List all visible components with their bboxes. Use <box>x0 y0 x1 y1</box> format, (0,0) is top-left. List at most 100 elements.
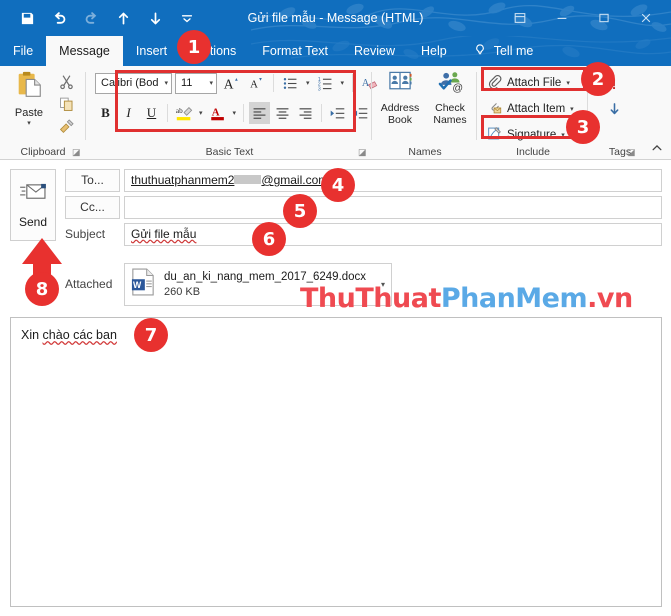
paste-icon <box>14 70 44 105</box>
numbering-icon[interactable]: 123 <box>315 72 336 94</box>
clipboard-dialog-launcher[interactable]: ◪ <box>72 147 82 157</box>
cc-button[interactable]: Cc... <box>65 196 120 219</box>
tab-review[interactable]: Review <box>341 36 408 66</box>
attach-file-button[interactable]: Attach File ▾ <box>483 72 574 94</box>
align-center-button[interactable] <box>272 102 293 124</box>
copy-button[interactable] <box>54 94 78 115</box>
cc-field[interactable] <box>124 196 662 219</box>
attach-item-button[interactable]: Attach Item ▾ <box>483 98 578 120</box>
font-size-combo[interactable]: 11 ▾ <box>175 72 217 94</box>
customize-quick-access-icon[interactable] <box>178 9 196 27</box>
signature-button[interactable]: Signature ▾ <box>483 124 569 146</box>
tab-file[interactable]: File <box>0 36 46 66</box>
watermark-part-3: .vn <box>587 283 633 314</box>
tags-dialog-launcher[interactable]: ◪ <box>627 147 637 157</box>
ribbon-display-options-icon[interactable] <box>499 3 541 33</box>
font-color-dropdown-caret[interactable]: ▾ <box>231 109 239 117</box>
next-item-icon[interactable] <box>146 9 164 27</box>
lightbulb-icon <box>473 43 487 60</box>
svg-text:A: A <box>211 107 219 119</box>
tab-message[interactable]: Message <box>46 36 123 66</box>
align-right-button[interactable] <box>295 102 316 124</box>
signature-icon <box>487 126 502 144</box>
watermark-part-2: PhanMem <box>440 283 588 314</box>
svg-text:W: W <box>133 280 142 290</box>
signature-label: Signature <box>507 129 557 141</box>
send-button[interactable]: Send <box>10 169 56 241</box>
svg-text:A: A <box>250 79 258 91</box>
quick-access-toolbar[interactable] <box>18 0 196 36</box>
close-icon[interactable] <box>625 3 667 33</box>
decrease-indent-button[interactable] <box>327 102 348 124</box>
shrink-font-icon[interactable]: A <box>245 72 267 94</box>
paste-button[interactable]: Paste ▾ <box>6 70 52 136</box>
bullets-dropdown-caret[interactable]: ▾ <box>304 79 312 87</box>
include-group-label: Include <box>516 146 550 158</box>
address-book-button[interactable]: Address Book <box>375 70 425 136</box>
svg-text:A: A <box>224 76 234 91</box>
annotation-badge-1: 1 <box>177 30 211 64</box>
check-names-button[interactable]: @ Check Names <box>425 70 475 136</box>
to-button[interactable]: To... <box>65 169 120 192</box>
cut-button[interactable] <box>54 71 78 92</box>
ribbon-group-basic-text: Calibri (Bod ▾ 11 ▾ A A ▾ 1 2 3 ▾ A B I … <box>87 66 378 159</box>
tab-help[interactable]: Help <box>408 36 460 66</box>
attached-label: Attached <box>65 277 113 291</box>
chevron-down-icon: ▾ <box>209 80 213 87</box>
tab-tell-me-label: Tell me <box>493 44 534 58</box>
address-book-icon <box>387 70 414 100</box>
grow-font-icon[interactable]: A <box>220 72 242 94</box>
font-size-value: 11 <box>181 77 193 89</box>
ribbon-group-names: Address Book @ Check Names Names <box>373 66 477 159</box>
bullets-icon[interactable] <box>280 72 301 94</box>
previous-item-icon[interactable] <box>114 9 132 27</box>
highlight-dropdown-caret[interactable]: ▾ <box>197 109 205 117</box>
annotation-badge-5: 5 <box>283 194 317 228</box>
basic-text-dialog-launcher[interactable]: ◪ <box>358 147 368 157</box>
tab-format-text[interactable]: Format Text <box>249 36 341 66</box>
watermark-part-1: ThuThuat <box>300 283 441 314</box>
annotation-badge-4: 4 <box>321 168 355 202</box>
ribbon-tabs[interactable]: File Message Insert Options Format Text … <box>0 36 546 66</box>
annotation-badge-2: 2 <box>581 62 615 96</box>
font-color-icon[interactable]: A <box>207 102 229 124</box>
numbering-dropdown-caret[interactable]: ▾ <box>339 79 347 87</box>
italic-button[interactable]: I <box>118 102 139 124</box>
ribbon-group-clipboard: Paste ▾ Clipboard ◪ <box>0 66 86 159</box>
ribbon-group-include: Attach File ▾ Attach Item ▾ Signature ▾ … <box>478 66 588 159</box>
window-controls[interactable] <box>499 0 667 36</box>
check-names-icon: @ <box>437 70 464 100</box>
chevron-down-icon: ▾ <box>164 80 168 87</box>
to-field[interactable]: thuthuatphanmem2 @gmail.com <box>124 169 662 192</box>
redo-icon[interactable] <box>82 9 100 27</box>
svg-text:ab: ab <box>176 107 183 115</box>
message-body[interactable]: Xin chào các ban <box>10 317 662 607</box>
svg-text:@: @ <box>452 82 463 94</box>
increase-indent-button[interactable] <box>350 102 371 124</box>
low-importance-icon[interactable] <box>603 99 625 119</box>
collapse-ribbon-icon[interactable] <box>649 141 665 155</box>
subject-label: Subject <box>65 227 106 241</box>
paste-dropdown-caret[interactable]: ▾ <box>27 120 31 127</box>
save-icon[interactable] <box>18 9 36 27</box>
format-painter-button[interactable] <box>54 116 78 137</box>
text-highlight-color-icon[interactable]: ab <box>173 102 195 124</box>
address-book-label: Address Book <box>380 102 420 126</box>
paste-label: Paste <box>14 107 44 119</box>
outlook-compose-window: Gửi file mẫu - Message (HTML) File Messa… <box>0 0 671 616</box>
maximize-icon[interactable] <box>583 3 625 33</box>
minimize-icon[interactable] <box>541 3 583 33</box>
attach-item-label: Attach Item <box>507 103 566 115</box>
svg-text:3: 3 <box>317 86 320 92</box>
attach-file-label: Attach File <box>507 77 562 89</box>
annotation-badge-8: 8 <box>25 272 59 306</box>
bold-button[interactable]: B <box>95 102 116 124</box>
align-left-button[interactable] <box>249 102 271 124</box>
tags-group-label: Tags <box>608 146 632 158</box>
subject-field[interactable]: Gửi file mẫu <box>124 223 662 246</box>
tab-insert[interactable]: Insert <box>123 36 180 66</box>
tab-tell-me[interactable]: Tell me <box>460 36 547 66</box>
font-name-combo[interactable]: Calibri (Bod ▾ <box>95 72 172 94</box>
underline-button[interactable]: U <box>141 102 162 124</box>
undo-icon[interactable] <box>50 9 68 27</box>
